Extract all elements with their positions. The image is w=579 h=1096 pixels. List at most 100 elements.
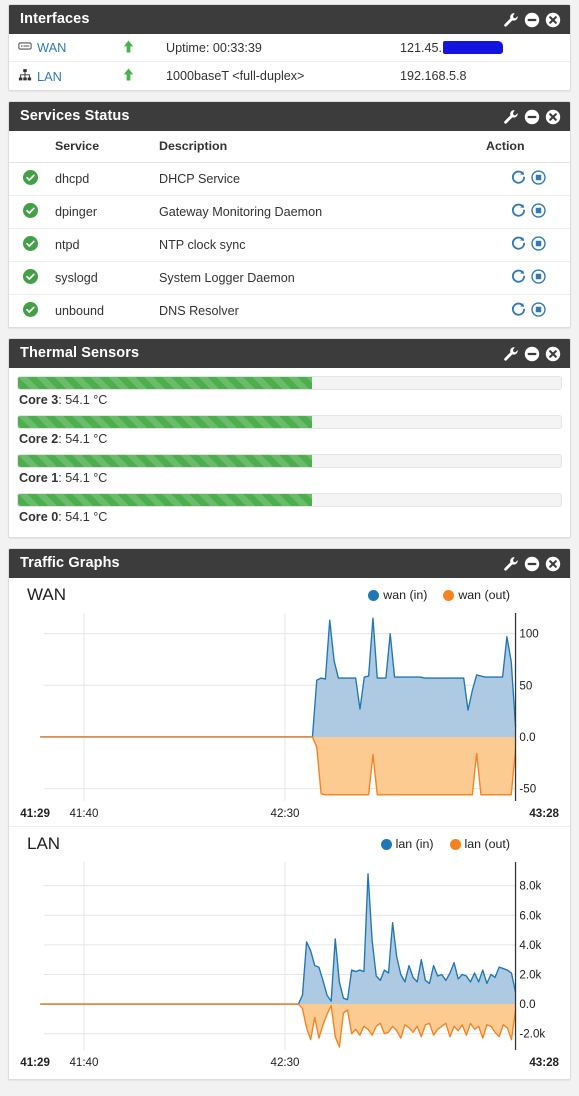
stop-icon[interactable]: [530, 236, 546, 254]
minus-circle-icon[interactable]: [524, 12, 540, 28]
legend-item-out[interactable]: wan (out): [443, 588, 510, 602]
sensor-value: 54.1 °C: [65, 432, 108, 446]
service-actions: [486, 195, 570, 229]
minus-circle-icon[interactable]: [524, 556, 540, 572]
service-description: Gateway Monitoring Daemon: [159, 195, 486, 229]
arrow-up-icon: [121, 67, 136, 85]
thermal-sensors-list: Core 3: 54.1 °C Core 2: 54.1 °C Core 1: …: [9, 368, 570, 537]
legend-dot-out: [449, 838, 461, 850]
interfaces-list: WAN Uptime: 00:33:39 121.45. LAN 1000bas…: [9, 34, 570, 90]
close-circle-icon[interactable]: [545, 12, 561, 28]
stop-icon[interactable]: [530, 269, 546, 287]
sensor-name: Core 2: [19, 432, 59, 446]
table-row: ntpd NTP clock sync: [9, 228, 570, 262]
svg-text:50: 50: [519, 678, 532, 692]
minus-circle-icon[interactable]: [524, 109, 540, 125]
legend-item-in[interactable]: wan (in): [368, 588, 427, 602]
svg-text:4.0k: 4.0k: [519, 938, 541, 952]
close-circle-icon[interactable]: [545, 109, 561, 125]
sensor-name: Core 0: [19, 510, 59, 524]
services-panel-header: Services Status: [9, 102, 570, 131]
column-status: [9, 131, 55, 163]
progress-bar-track: [17, 415, 562, 429]
sensor-name: Core 3: [19, 393, 59, 407]
wrench-icon[interactable]: [503, 12, 519, 28]
stop-icon[interactable]: [530, 203, 546, 221]
legend-label-out: lan (out): [464, 837, 510, 851]
svg-text:0.0: 0.0: [519, 997, 536, 1011]
chart-area-wan[interactable]: 100 50 0.0 -50: [17, 607, 562, 807]
progress-bar-fill: [18, 494, 312, 506]
redaction-mark: [443, 41, 504, 54]
service-name: dpinger: [55, 195, 159, 229]
check-circle-icon: [23, 203, 38, 221]
wrench-icon[interactable]: [503, 109, 519, 125]
service-name: unbound: [55, 304, 105, 318]
stop-icon[interactable]: [530, 302, 546, 320]
minus-circle-icon[interactable]: [524, 346, 540, 362]
traffic-graph-wan: WAN wan (in) wan (out) 100 50 0.0 -50 41:29…: [9, 578, 570, 827]
panel-title: Traffic Graphs: [20, 555, 120, 572]
graph-title: WAN: [27, 585, 67, 604]
interface-link-wan[interactable]: WAN: [9, 39, 97, 56]
thermal-sensor-core2: Core 2: 54.1 °C: [17, 415, 562, 451]
chart-area-lan[interactable]: 8.0k 6.0k 4.0k 2.0k 0.0 -2.0k: [17, 856, 562, 1056]
legend-item-out[interactable]: lan (out): [449, 837, 510, 851]
stop-icon[interactable]: [530, 170, 546, 188]
arrow-up-icon: [121, 39, 136, 57]
svg-text:0.0: 0.0: [519, 730, 536, 744]
thermal-sensor-core3: Core 3: 54.1 °C: [17, 376, 562, 412]
svg-text:2.0k: 2.0k: [519, 967, 541, 981]
interface-name: WAN: [37, 40, 67, 55]
table-row: syslogd System Logger Daemon: [9, 261, 570, 295]
sitemap-icon: [18, 68, 32, 85]
wrench-icon[interactable]: [503, 346, 519, 362]
traffic-panel-header: Traffic Graphs: [9, 549, 570, 578]
graph-header: WAN wan (in) wan (out): [17, 584, 562, 607]
x-tick-label: 43:28: [529, 1056, 559, 1069]
x-tick-label: 41:29: [20, 1056, 50, 1069]
restart-icon[interactable]: [511, 269, 526, 287]
graph-legend: lan (in) lan (out): [380, 837, 562, 851]
services-status-panel: Services Status Service Description Acti…: [8, 101, 571, 328]
interface-status-lan: [97, 67, 159, 85]
check-circle-icon: [23, 170, 38, 188]
wrench-icon[interactable]: [503, 556, 519, 572]
legend-dot-out: [443, 589, 455, 601]
legend-dot-in: [368, 589, 380, 601]
legend-item-in[interactable]: lan (in): [380, 837, 434, 851]
legend-label-in: wan (in): [383, 588, 428, 602]
thermal-sensor-core0: Core 0: 54.1 °C: [17, 493, 562, 529]
interface-ip-wan: 121.45.: [400, 41, 570, 55]
x-tick-label: 41:40: [69, 1056, 99, 1069]
panel-tools: [503, 556, 561, 572]
progress-bar-track: [17, 376, 562, 390]
interface-name: LAN: [37, 68, 62, 84]
thermal-sensor-core1: Core 1: 54.1 °C: [17, 454, 562, 490]
service-actions: [486, 261, 570, 295]
progress-bar-fill: [18, 455, 312, 467]
interface-media: 1000baseT <full-duplex>: [166, 69, 305, 83]
service-description: System Logger Daemon: [159, 261, 486, 295]
check-circle-icon: [23, 302, 38, 320]
sensor-value: 54.1 °C: [65, 510, 108, 524]
thermal-sensor-label: Core 3: 54.1 °C: [19, 393, 108, 407]
interface-row-lan: LAN 1000baseT <full-duplex> 192.168.5.8: [9, 62, 570, 90]
restart-icon[interactable]: [511, 170, 526, 188]
restart-icon[interactable]: [511, 236, 526, 254]
traffic-graphs-panel: Traffic Graphs WAN wan (in) wan (out) 10…: [8, 548, 571, 1080]
legend-dot-in: [380, 838, 392, 850]
restart-icon[interactable]: [511, 302, 526, 320]
interface-link-lan[interactable]: LAN: [9, 68, 97, 85]
close-circle-icon[interactable]: [545, 346, 561, 362]
thermal-sensor-label: Core 2: 54.1 °C: [19, 432, 108, 446]
table-row: dpinger Gateway Monitoring Daemon: [9, 195, 570, 229]
service-name: ntpd: [55, 228, 159, 262]
interface-row-wan: WAN Uptime: 00:33:39 121.45.: [9, 34, 570, 62]
services-table: Service Description Action dhcpd DHCP Se…: [9, 131, 570, 327]
restart-icon[interactable]: [511, 203, 526, 221]
panel-tools: [503, 12, 561, 28]
thermal-panel-header: Thermal Sensors: [9, 339, 570, 368]
close-circle-icon[interactable]: [545, 556, 561, 572]
column-service: Service: [55, 131, 159, 163]
